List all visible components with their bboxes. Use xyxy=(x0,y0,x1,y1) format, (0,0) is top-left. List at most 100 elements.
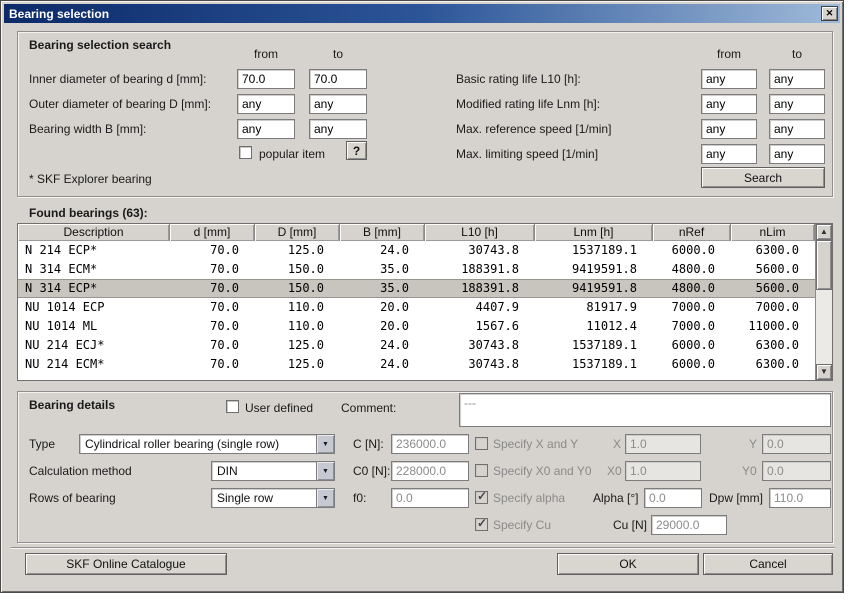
column-header[interactable]: nLim xyxy=(731,224,815,241)
close-button[interactable]: ✕ xyxy=(821,6,838,21)
table-row[interactable]: NU 1014 ECP 70.0 110.0 20.0 4407.9 81917.9 700… xyxy=(18,298,815,317)
skf-online-catalogue-button[interactable]: SKF Online Catalogue xyxy=(25,553,227,575)
table-cell: 150.0 xyxy=(287,281,324,295)
table-cell: 1537189.1 xyxy=(571,243,637,257)
f0-field xyxy=(391,488,469,508)
table-cell: 125.0 xyxy=(287,338,324,352)
results-header-row: Description d [mm] D [mm] B [mm] L10 [h] Lnm … xyxy=(18,224,815,241)
results-body: N 214 ECP* 70.0 125.0 24.0 30743.8 1537189.1 6… xyxy=(18,241,815,380)
chevron-down-icon[interactable]: ▼ xyxy=(316,489,334,507)
popular-item-checkbox[interactable] xyxy=(239,146,252,159)
rows-of-bearing-value: Single row xyxy=(217,491,274,505)
table-cell: NU 1014 ECP xyxy=(25,300,105,314)
table-cell: 110.0 xyxy=(287,319,324,333)
table-cell: 70.0 xyxy=(210,338,239,352)
y0-field xyxy=(762,461,831,481)
table-cell: 70.0 xyxy=(210,281,239,295)
bearing-width-to-input[interactable] xyxy=(309,119,367,139)
specify-cu-checkbox xyxy=(475,516,488,531)
table-cell: 9419591.8 xyxy=(571,262,637,276)
y-label: Y xyxy=(749,437,758,451)
table-cell: 70.0 xyxy=(210,262,239,276)
basic-rating-life-to-input[interactable] xyxy=(769,69,825,89)
table-cell: 1537189.1 xyxy=(571,338,637,352)
column-header[interactable]: nRef xyxy=(653,224,731,241)
column-header[interactable]: d [mm] xyxy=(170,224,255,241)
dpw-field xyxy=(769,488,831,508)
table-row[interactable]: NU 214 ECM* 70.0 125.0 24.0 30743.8 1537189.1… xyxy=(18,355,815,374)
close-icon: ✕ xyxy=(825,8,834,18)
rows-of-bearing-select[interactable]: Single row ▼ xyxy=(211,488,335,508)
results-scrollbar[interactable]: ▲ ▼ xyxy=(815,224,832,380)
column-header[interactable]: L10 [h] xyxy=(425,224,535,241)
c0-field xyxy=(391,461,469,481)
search-button[interactable]: Search xyxy=(701,167,825,188)
table-cell: 35.0 xyxy=(380,262,409,276)
outer-diameter-to-input[interactable] xyxy=(309,94,367,114)
table-cell: 70.0 xyxy=(210,243,239,257)
bearing-width-label: Bearing width B [mm]: xyxy=(29,122,147,136)
table-cell: 4407.9 xyxy=(475,300,519,314)
title-bar[interactable]: Bearing selection ✕ xyxy=(4,4,840,23)
cancel-button[interactable]: Cancel xyxy=(703,553,833,575)
modified-rating-life-label: Modified rating life Lnm [h]: xyxy=(456,97,601,111)
specify-x0y0-label: Specify X0 and Y0 xyxy=(493,464,592,478)
basic-rating-life-from-input[interactable] xyxy=(701,69,757,89)
found-bearings-heading: Found bearings (63): xyxy=(29,206,148,220)
cu-field xyxy=(651,515,727,535)
chevron-down-icon[interactable]: ▼ xyxy=(316,435,334,453)
modified-rating-life-from-input[interactable] xyxy=(701,94,757,114)
ok-button[interactable]: OK xyxy=(557,553,699,575)
column-header[interactable]: Lnm [h] xyxy=(535,224,653,241)
table-cell: 11000.0 xyxy=(748,319,799,333)
inner-diameter-to-input[interactable] xyxy=(309,69,367,89)
table-cell: 7000.0 xyxy=(671,300,715,314)
scroll-down-button[interactable]: ▼ xyxy=(816,364,832,380)
table-row[interactable]: NU 1014 ML 70.0 110.0 20.0 1567.6 11012.4 7000… xyxy=(18,317,815,336)
table-cell: 70.0 xyxy=(210,300,239,314)
to-column-header-right: to xyxy=(791,47,802,61)
modified-rating-life-to-input[interactable] xyxy=(769,94,825,114)
c-field xyxy=(391,434,469,454)
chevron-down-icon[interactable]: ▼ xyxy=(316,462,334,480)
table-row[interactable]: N 314 ECP* 70.0 150.0 35.0 188391.8 9419591.8… xyxy=(18,279,815,298)
table-cell: 81917.9 xyxy=(586,300,637,314)
column-header[interactable]: Description xyxy=(18,224,170,241)
table-cell: N 314 ECM* xyxy=(25,262,98,276)
comment-field[interactable]: --- xyxy=(459,393,831,427)
calculation-method-value: DIN xyxy=(217,464,238,478)
table-row[interactable]: N 214 ECP* 70.0 125.0 24.0 30743.8 1537189.1 6… xyxy=(18,241,815,260)
calculation-method-select[interactable]: DIN ▼ xyxy=(211,461,335,481)
max-limiting-speed-from-input[interactable] xyxy=(701,144,757,164)
scroll-up-button[interactable]: ▲ xyxy=(816,224,832,240)
scroll-down-icon: ▼ xyxy=(820,367,828,376)
column-header[interactable]: D [mm] xyxy=(255,224,340,241)
user-defined-label: User defined xyxy=(245,401,314,415)
column-header[interactable]: B [mm] xyxy=(340,224,425,241)
type-select[interactable]: Cylindrical roller bearing (single row) … xyxy=(79,434,335,454)
c0-label: C0 [N]: xyxy=(353,464,391,478)
table-cell: 5600.0 xyxy=(755,281,799,295)
max-limiting-speed-to-input[interactable] xyxy=(769,144,825,164)
table-row[interactable]: NU 214 ECJ* 70.0 125.0 24.0 30743.8 1537189.1… xyxy=(18,336,815,355)
table-cell: 110.0 xyxy=(287,300,324,314)
bearing-width-from-input[interactable] xyxy=(237,119,295,139)
max-reference-speed-from-input[interactable] xyxy=(701,119,757,139)
table-cell: NU 1014 ML xyxy=(25,319,98,333)
results-table: Description d [mm] D [mm] B [mm] L10 [h] Lnm … xyxy=(17,223,833,381)
help-button[interactable]: ? xyxy=(346,141,367,160)
table-row[interactable]: N 314 ECM* 70.0 150.0 35.0 188391.8 9419591.8… xyxy=(18,260,815,279)
alpha-field xyxy=(644,488,702,508)
outer-diameter-from-input[interactable] xyxy=(237,94,295,114)
specify-cu-label: Specify Cu xyxy=(493,518,552,532)
type-label: Type xyxy=(29,437,56,451)
scrollbar-thumb[interactable] xyxy=(816,240,832,290)
max-reference-speed-to-input[interactable] xyxy=(769,119,825,139)
max-reference-speed-label: Max. reference speed [1/min] xyxy=(456,122,612,136)
specify-alpha-label: Specify alpha xyxy=(493,491,566,505)
table-cell: 188391.8 xyxy=(461,281,519,295)
x-label: X xyxy=(613,437,622,451)
user-defined-checkbox[interactable] xyxy=(226,400,239,413)
inner-diameter-from-input[interactable] xyxy=(237,69,295,89)
footer-separator xyxy=(11,547,835,549)
